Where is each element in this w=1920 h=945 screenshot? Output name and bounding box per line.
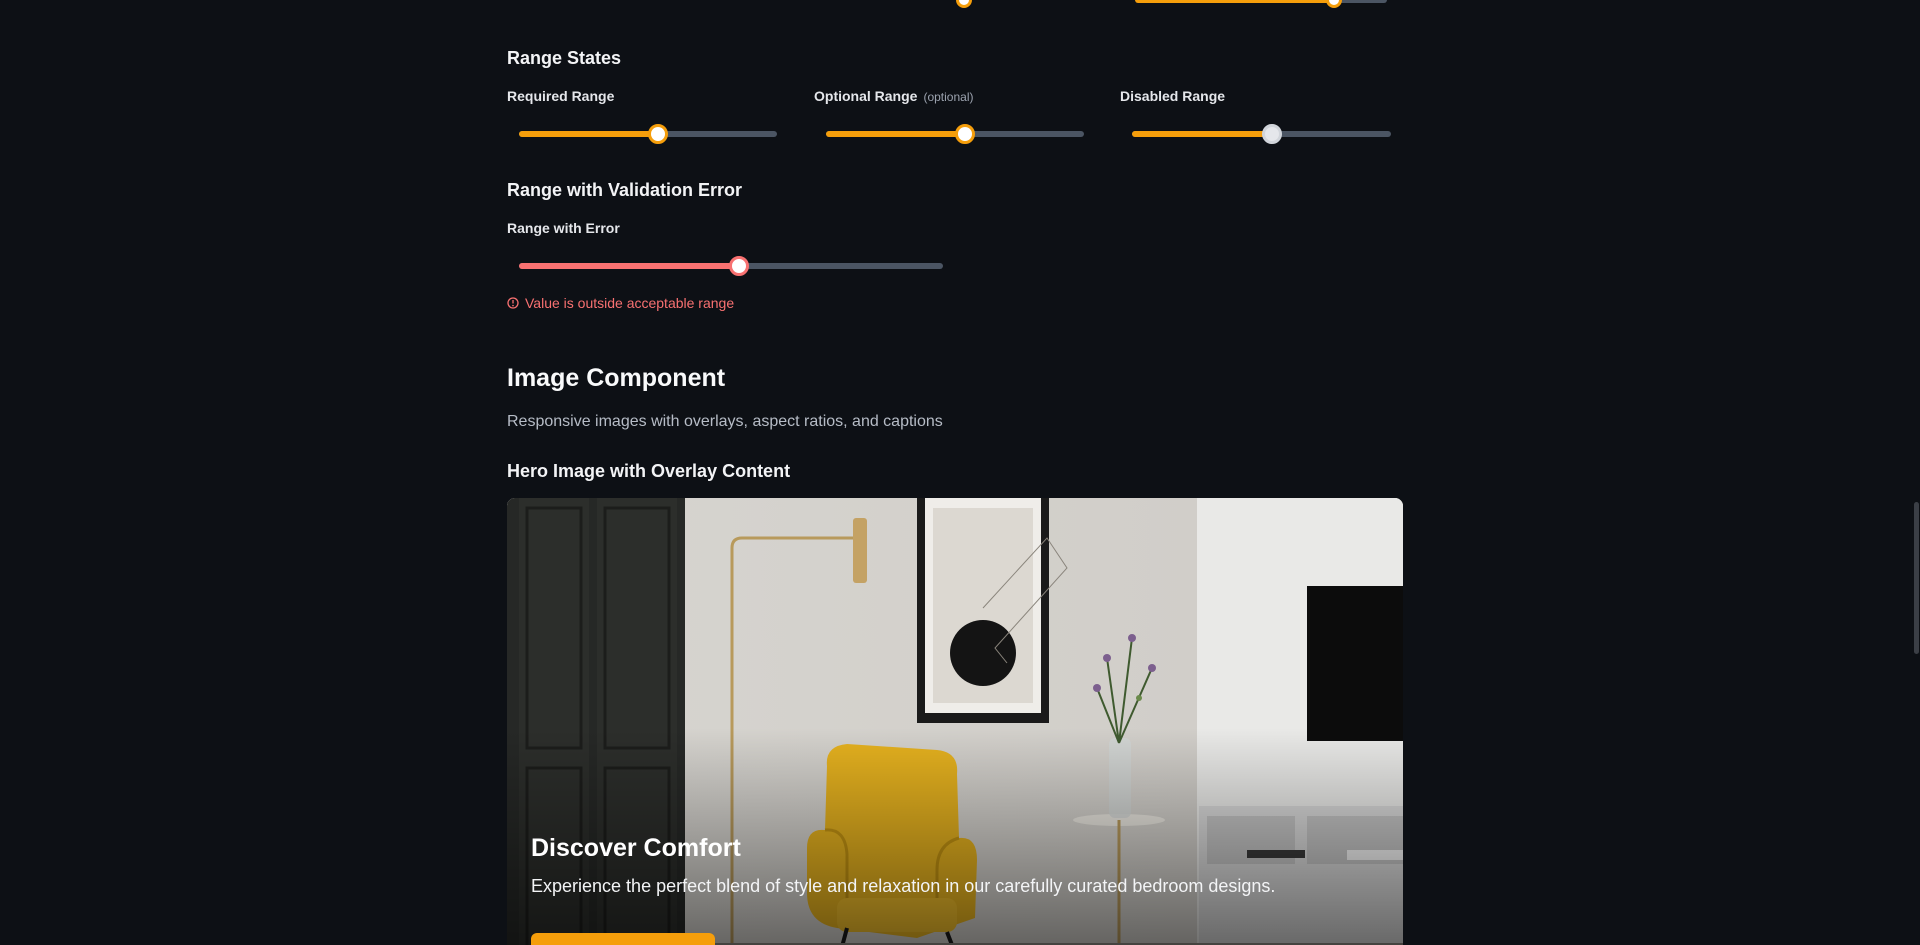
range-with-error-label: Range with Error	[507, 220, 620, 236]
slider-thumb[interactable]	[729, 256, 750, 276]
slider-fill	[519, 131, 659, 137]
required-range-slider[interactable]	[519, 122, 777, 146]
disabled-range-slider	[1132, 122, 1391, 146]
image-component-title: Image Component	[507, 364, 726, 392]
alert-circle-icon	[507, 297, 519, 309]
disabled-range-label: Disabled Range	[1120, 88, 1225, 104]
page-scrollbar[interactable]	[1912, 0, 1920, 945]
optional-range-label: Optional Range (optional)	[814, 88, 973, 104]
required-range-label: Required Range	[507, 88, 614, 104]
hero-cta-button[interactable]	[531, 933, 715, 945]
slider-thumb[interactable]	[648, 124, 669, 144]
slider-fill	[519, 263, 740, 269]
optional-range-label-text: Optional Range	[814, 88, 918, 104]
slider-fill	[1132, 131, 1272, 137]
optional-range-slider[interactable]	[826, 122, 1084, 146]
hero-overlay-title: Discover Comfort	[531, 834, 741, 862]
validation-heading: Range with Validation Error	[507, 180, 743, 200]
disabled-range-label-text: Disabled Range	[1120, 88, 1226, 104]
hero-image: Discover Comfort Experience the perfect …	[507, 498, 1403, 945]
image-component-description: Responsive images with overlays, aspect …	[507, 413, 943, 430]
hero-overlay-text: Experience the perfect blend of style an…	[531, 876, 1276, 896]
page: Range States Required Range Optional Ran…	[0, 0, 1920, 945]
range-with-error-slider[interactable]	[519, 254, 943, 278]
slider-fill	[826, 131, 966, 137]
range-error-message: Value is outside acceptable range	[507, 295, 734, 311]
slider-thumb	[1261, 124, 1282, 144]
optional-tag: (optional)	[923, 90, 974, 104]
range-states-heading: Range States	[507, 48, 622, 68]
required-range-label-text: Required Range	[507, 88, 615, 104]
hero-image-heading: Hero Image with Overlay Content	[507, 461, 791, 481]
slider-thumb[interactable]	[955, 124, 976, 144]
scrollbar-thumb[interactable]	[1914, 502, 1919, 654]
range-error-text: Value is outside acceptable range	[525, 295, 735, 311]
